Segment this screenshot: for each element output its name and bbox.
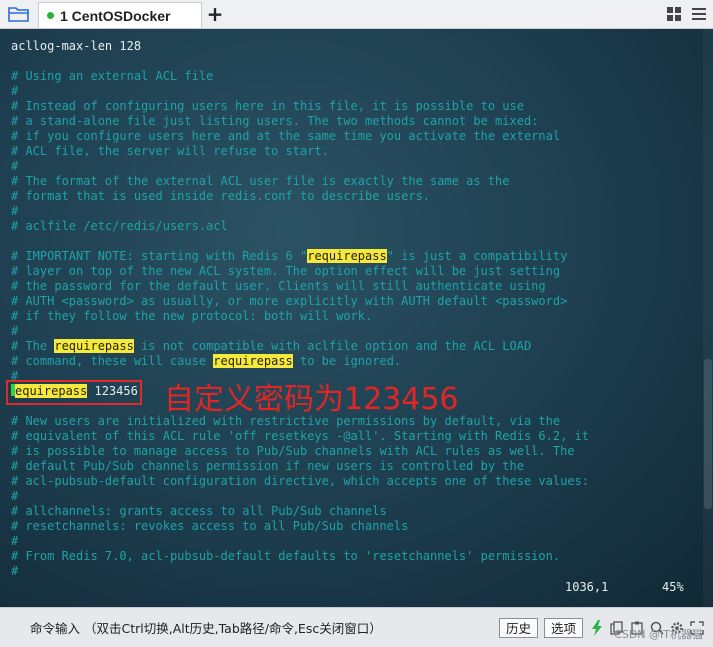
terminal-text-segment: # Using an external ACL file <box>11 69 214 83</box>
terminal-text-segment: # equivalent of this ACL rule 'off reset… <box>11 429 589 443</box>
terminal-line: # acl-pubsub-default configuration direc… <box>11 474 589 489</box>
terminal-line: # AUTH <password> as usually, or more ex… <box>11 294 589 309</box>
history-button[interactable]: 历史 <box>498 617 538 638</box>
terminal-line: # equivalent of this ACL rule 'off reset… <box>11 429 589 444</box>
terminal-text-segment: # <box>11 489 19 503</box>
terminal-text-segment: " is just a compatibility <box>386 249 568 263</box>
command-input[interactable]: 命令输入 （双击Ctrl切换,Alt历史,Tab路径/命令,Esc关闭窗口） <box>30 618 499 637</box>
tab-title: 1 CentOSDocker <box>60 7 171 24</box>
terminal-line: # Using an external ACL file <box>11 69 589 84</box>
terminal-text-segment: # <box>11 324 19 338</box>
terminal-line: # Instead of configuring users here in t… <box>11 99 589 114</box>
annotation-highlight-box <box>6 380 142 405</box>
terminal-text-segment: # default Pub/Sub channels permission if… <box>11 459 524 473</box>
terminal-text-segment: # allchannels: grants access to all Pub/… <box>11 504 387 518</box>
terminal-text-segment: requirepass <box>54 339 134 353</box>
terminal-text-segment: # <box>11 159 19 173</box>
terminal-line: # if they follow the new protocol: both … <box>11 309 589 324</box>
annotation-text: 自定义密码为123456 <box>164 382 459 417</box>
terminal-line: # The format of the external ACL user fi… <box>11 174 589 189</box>
terminal-scrollbar[interactable] <box>703 29 713 607</box>
terminal-line: # <box>11 564 589 579</box>
terminal-text-segment: # <box>11 204 19 218</box>
terminal-text-segment: # the password for the default user. Cli… <box>11 279 546 293</box>
tab-centosdocker[interactable]: 1 CentOSDocker <box>38 2 202 28</box>
terminal-text-segment: # aclfile /etc/redis/users.acl <box>11 219 228 233</box>
terminal-line: # allchannels: grants access to all Pub/… <box>11 504 589 519</box>
grid-layout-icon[interactable] <box>663 0 685 28</box>
terminal-text-segment: # IMPORTANT NOTE: starting with Redis 6 … <box>11 249 308 263</box>
terminal-text-segment: # ACL file, the server will refuse to st… <box>11 144 329 158</box>
folder-icon[interactable] <box>0 0 38 28</box>
terminal-content: acllog-max-len 128 # Using an external AC… <box>11 39 589 579</box>
cursor-position: 1036,1 <box>565 580 609 594</box>
add-tab-button[interactable]: + <box>202 0 228 28</box>
terminal-line: # From Redis 7.0, acl-pubsub-default def… <box>11 549 589 564</box>
terminal-text-segment: requirepass <box>213 354 293 368</box>
terminal-text-segment: requirepass <box>307 249 387 263</box>
terminal-line: # <box>11 489 589 504</box>
terminal-text-segment: # if they follow the new protocol: both … <box>11 309 373 323</box>
terminal-line: # <box>11 534 589 549</box>
terminal-text-segment: # The format of the external ACL user fi… <box>11 174 510 188</box>
terminal-view[interactable]: acllog-max-len 128 # Using an external AC… <box>0 29 713 607</box>
terminal-line: acllog-max-len 128 <box>11 39 589 54</box>
terminal-text-segment: # is possible to manage access to Pub/Su… <box>11 444 575 458</box>
terminal-line: # <box>11 324 589 339</box>
scroll-percent: 45% <box>662 580 684 594</box>
terminal-line: # <box>11 204 589 219</box>
terminal-line: # layer on top of the new ACL system. Th… <box>11 264 589 279</box>
terminal-text-segment: # acl-pubsub-default configuration direc… <box>11 474 589 488</box>
terminal-text-segment: # resetchannels: revokes access to all P… <box>11 519 409 533</box>
scrollbar-thumb[interactable] <box>704 359 712 509</box>
terminal-text-segment: to be ignored. <box>292 354 402 368</box>
terminal-text-segment: # <box>11 84 19 98</box>
terminal-text-segment: # if you configure users here and at the… <box>11 129 561 143</box>
terminal-line: # default Pub/Sub channels permission if… <box>11 459 589 474</box>
terminal-text-segment: # layer on top of the new ACL system. Th… <box>11 264 561 278</box>
terminal-text-segment: acllog-max-len 128 <box>11 39 142 53</box>
terminal-text-segment: # Instead of configuring users here in t… <box>11 99 524 113</box>
terminal-line: # resetchannels: revokes access to all P… <box>11 519 589 534</box>
terminal-text-segment: # <box>11 564 19 578</box>
terminal-line: # <box>11 84 589 99</box>
terminal-line: # is possible to manage access to Pub/Su… <box>11 444 589 459</box>
watermark: CSDN @IT机器猫 <box>614 628 703 641</box>
terminal-text-segment: # <box>11 534 19 548</box>
terminal-text-segment: # From Redis 7.0, acl-pubsub-default def… <box>11 549 561 563</box>
terminal-line: # format that is used inside redis.conf … <box>11 189 589 204</box>
terminal-line: # aclfile /etc/redis/users.acl <box>11 219 589 234</box>
terminal-line: # IMPORTANT NOTE: starting with Redis 6 … <box>11 249 589 264</box>
terminal-text-segment: is not compatible with aclfile option an… <box>133 339 532 353</box>
terminal-line: # <box>11 159 589 174</box>
terminal-line: # The requirepass is not compatible with… <box>11 339 589 354</box>
command-bar: 命令输入 （双击Ctrl切换,Alt历史,Tab路径/命令,Esc关闭窗口） 历… <box>0 607 713 647</box>
terminal-line: # the password for the default user. Cli… <box>11 279 589 294</box>
terminal-line: # ACL file, the server will refuse to st… <box>11 144 589 159</box>
connected-status-dot <box>47 12 54 19</box>
terminal-line: # if you configure users here and at the… <box>11 129 589 144</box>
terminal-text-segment: # command, these will cause <box>11 354 214 368</box>
options-button[interactable]: 选项 <box>543 617 583 638</box>
terminal-text-segment: # AUTH <password> as usually, or more ex… <box>11 294 568 308</box>
terminal-text-segment: # a stand-alone file just listing users.… <box>11 114 539 128</box>
terminal-text-segment: # format that is used inside redis.conf … <box>11 189 431 203</box>
terminal-text-segment: # The <box>11 339 55 353</box>
lightning-icon[interactable] <box>589 619 605 636</box>
terminal-line: # a stand-alone file just listing users.… <box>11 114 589 129</box>
menu-icon[interactable] <box>685 0 713 28</box>
terminal-line: # command, these will cause requirepass … <box>11 354 589 369</box>
tab-bar: 1 CentOSDocker + <box>0 0 713 29</box>
